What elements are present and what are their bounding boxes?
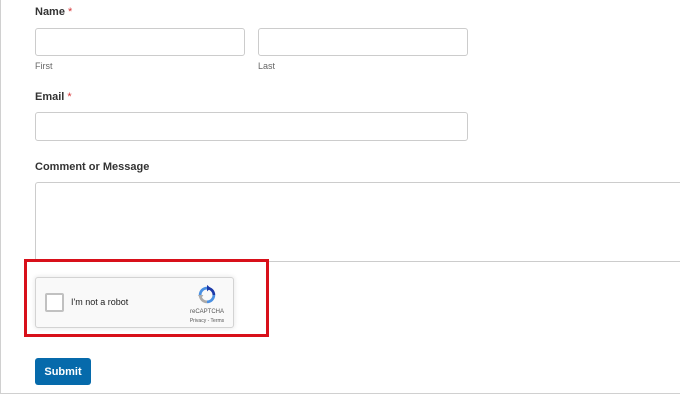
comment-textarea[interactable] xyxy=(35,182,680,262)
form-container: Name * First Last Email * Comment or Messa… xyxy=(0,0,680,394)
recaptcha-checkbox-label: I'm not a robot xyxy=(71,297,129,307)
first-name-sublabel: First xyxy=(35,61,53,71)
name-label-text: Name xyxy=(35,6,65,18)
email-label-text: Email xyxy=(35,91,65,103)
recaptcha-privacy-terms-links[interactable]: Privacy - Terms xyxy=(184,318,230,324)
name-required-mark: * xyxy=(67,6,73,18)
last-name-input[interactable] xyxy=(258,28,468,56)
email-label: Email * xyxy=(35,91,72,103)
recaptcha-checkbox[interactable] xyxy=(45,293,64,312)
recaptcha-widget: I'm not a robot reCAPTCHA Privacy - Term… xyxy=(35,277,234,328)
submit-button[interactable]: Submit xyxy=(35,358,91,385)
recaptcha-brand: reCAPTCHA xyxy=(189,309,224,315)
email-field[interactable] xyxy=(35,112,468,141)
comment-label: Comment or Message xyxy=(35,161,150,173)
last-name-sublabel: Last xyxy=(258,61,276,71)
email-required-mark: * xyxy=(67,91,72,103)
name-label: Name * xyxy=(35,6,72,18)
recaptcha-logo-icon xyxy=(197,284,216,304)
first-name-input[interactable] xyxy=(35,28,245,56)
